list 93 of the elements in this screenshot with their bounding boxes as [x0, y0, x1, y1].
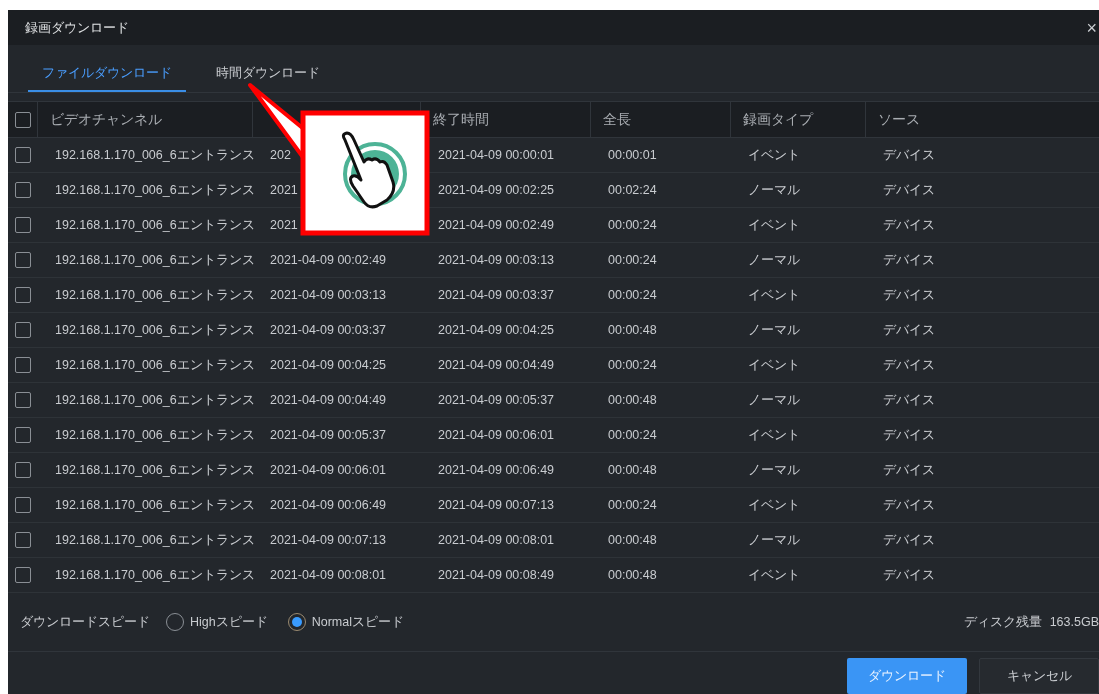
table-cell: 2021-04-09 00:06:01	[438, 428, 555, 442]
table-cell: 192.168.1.170_006_6エントランス	[55, 496, 255, 514]
table-cell: 2021-04-09 00:08:01	[438, 533, 555, 547]
table-cell: 2021-04-09 00:03:37	[438, 288, 555, 302]
table-cell: 2021	[270, 218, 298, 232]
table-cell: イベント	[748, 286, 800, 304]
table-cell: 192.168.1.170_006_6エントランス	[55, 146, 255, 164]
table-cell: 2021-04-09 00:08:01	[270, 568, 387, 582]
table-cell: デバイス	[883, 566, 935, 584]
table-cell: ノーマル	[748, 251, 800, 269]
table-cell: イベント	[748, 496, 800, 514]
tab[interactable]: 時間ダウンロード	[202, 64, 334, 92]
table-cell: 00:00:24	[608, 288, 657, 302]
table-cell: 00:00:48	[608, 323, 657, 337]
table-cell: 192.168.1.170_006_6エントランス	[55, 286, 255, 304]
table-cell: デバイス	[883, 426, 935, 444]
column-header: 終了時間	[433, 110, 489, 129]
table-cell: 2021-04-09 00:07:13	[438, 498, 555, 512]
table-cell: 2021-04-09 00:04:25	[438, 323, 555, 337]
table-cell: デバイス	[883, 496, 935, 514]
table-cell: 2021-04-09 00:03:13	[270, 288, 387, 302]
table-cell: ノーマル	[748, 531, 800, 549]
window-title: 録画ダウンロード	[25, 18, 129, 37]
table-cell: 2021	[270, 183, 298, 197]
column-header: ビデオチャンネル	[50, 110, 162, 129]
table-cell: 2021-04-09 00:03:37	[270, 323, 387, 337]
table-cell: 00:00:24	[608, 218, 657, 232]
table-cell: 2021-04-09 00:02:49	[270, 253, 387, 267]
table-cell: 2021-04-09 00:04:49	[438, 358, 555, 372]
table-cell: 00:00:48	[608, 568, 657, 582]
close-button[interactable]: ×	[1086, 18, 1099, 37]
table-cell: デバイス	[883, 286, 935, 304]
speed-radio[interactable]: Highスピード	[158, 613, 272, 631]
table-cell: デバイス	[883, 251, 935, 269]
table-cell: 2021-04-09 00:06:49	[438, 463, 555, 477]
table-cell: ノーマル	[748, 461, 800, 479]
speed-radio[interactable]: Normalスピード	[279, 613, 408, 631]
table-cell: 2021-04-09 00:05:37	[270, 428, 387, 442]
table-cell: 00:00:24	[608, 428, 657, 442]
table-cell: 2021-04-09 00:00:01	[438, 148, 555, 162]
table-cell: 2021-04-09 00:06:49	[270, 498, 387, 512]
tab[interactable]: ファイルダウンロード	[28, 64, 186, 92]
table-cell: 2021-04-09 00:02:25	[438, 183, 555, 197]
table-cell: 00:00:48	[608, 463, 657, 477]
table-cell: 2021-04-09 00:04:25	[270, 358, 387, 372]
table-cell: 00:00:48	[608, 533, 657, 547]
column-header: 録画タイプ	[743, 110, 813, 129]
table-cell: 2021-04-09 00:05:37	[438, 393, 555, 407]
table-cell: デバイス	[883, 146, 935, 164]
table-cell: ノーマル	[748, 181, 800, 199]
table-cell: 00:02:24	[608, 183, 657, 197]
table-cell: イベント	[748, 216, 800, 234]
table-cell: ノーマル	[748, 321, 800, 339]
table-cell: 00:00:01	[608, 148, 657, 162]
table-cell: デバイス	[883, 321, 935, 339]
table-cell: 192.168.1.170_006_6エントランス	[55, 321, 255, 339]
table-cell: 2021-04-09 00:04:49	[270, 393, 387, 407]
table-cell: 192.168.1.170_006_6エントランス	[55, 461, 255, 479]
table-cell: 2021-04-09 00:06:01	[270, 463, 387, 477]
table-cell: イベント	[748, 146, 800, 164]
table-cell: 192.168.1.170_006_6エントランス	[55, 566, 255, 584]
table-cell: イベント	[748, 426, 800, 444]
table-cell: ノーマル	[748, 391, 800, 409]
table-cell: 2021-04-09 00:03:13	[438, 253, 555, 267]
table-cell: 00:00:24	[608, 358, 657, 372]
table-cell: デバイス	[883, 356, 935, 374]
table-cell: 192.168.1.170_006_6エントランス	[55, 531, 255, 549]
disk-space-value: 163.5GB	[1049, 615, 1099, 629]
table-cell: 202	[270, 148, 291, 162]
table-cell: 2021-04-09 00:08:49	[438, 568, 555, 582]
column-header: 全長	[603, 110, 631, 129]
table-cell: 192.168.1.170_006_6エントランス	[55, 216, 255, 234]
table-cell: デバイス	[883, 391, 935, 409]
table-cell: イベント	[748, 566, 800, 584]
table-cell: イベント	[748, 356, 800, 374]
table-cell: 00:00:24	[608, 253, 657, 267]
table-cell: 00:00:24	[608, 498, 657, 512]
table-cell: デバイス	[883, 531, 935, 549]
table-cell: 00:00:48	[608, 393, 657, 407]
column-header: ソース	[878, 110, 920, 129]
table-cell: 2021-04-09 00:02:49	[438, 218, 555, 232]
table-cell: 192.168.1.170_006_6エントランス	[55, 426, 255, 444]
table-cell: 192.168.1.170_006_6エントランス	[55, 181, 255, 199]
table-cell: 2021-04-09 00:07:13	[270, 533, 387, 547]
table-cell: デバイス	[883, 181, 935, 199]
cancel-button[interactable]: キャンセル	[979, 658, 1099, 694]
table-cell: 192.168.1.170_006_6エントランス	[55, 251, 255, 269]
table-cell: 192.168.1.170_006_6エントランス	[55, 391, 255, 409]
speed-label: ダウンロードスピード	[20, 613, 150, 631]
disk-space-label: ディスク残量	[963, 613, 1042, 631]
table-cell: デバイス	[883, 216, 935, 234]
table-cell: デバイス	[883, 461, 935, 479]
table-cell: 192.168.1.170_006_6エントランス	[55, 356, 255, 374]
